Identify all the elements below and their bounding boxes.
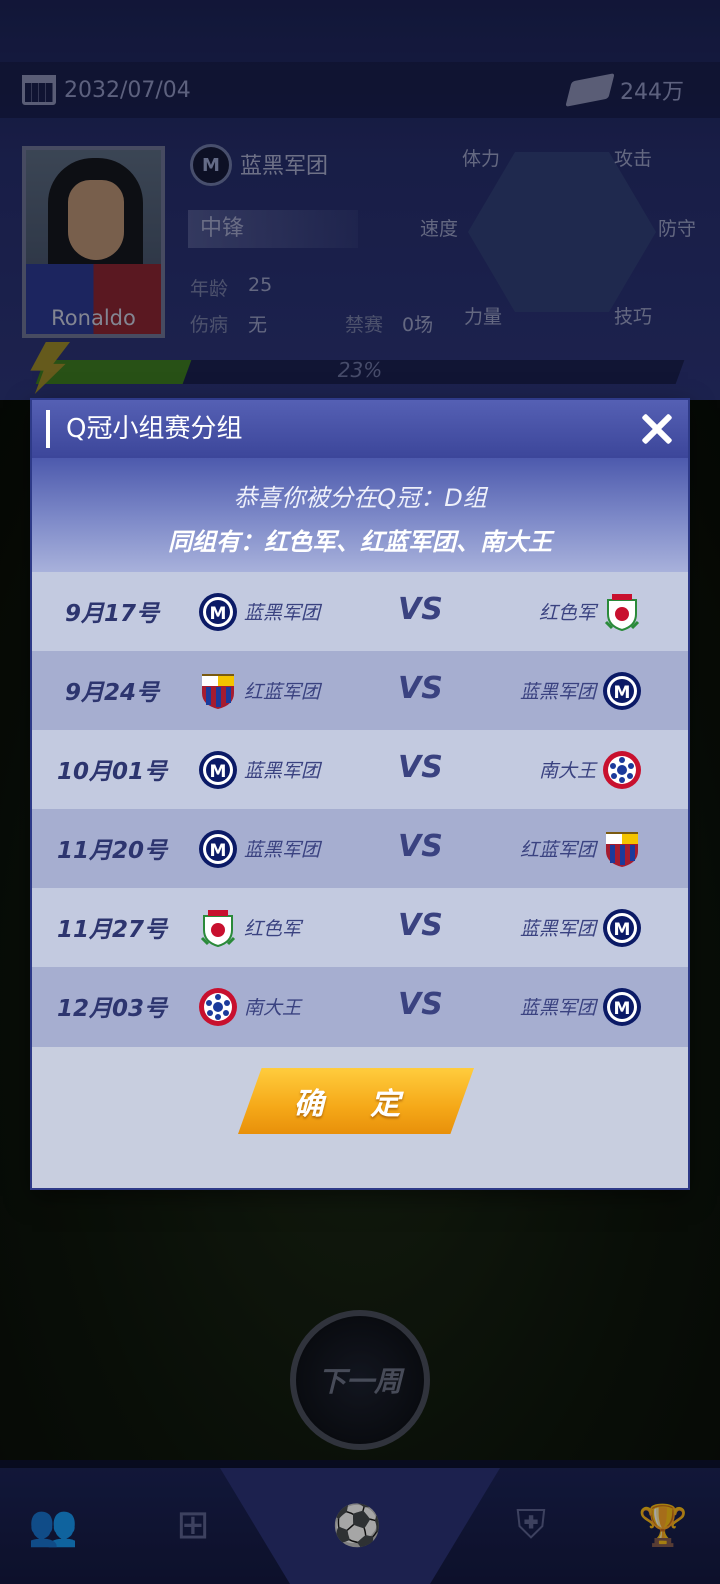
- match-row: 11月27号 红色军 VS 蓝黑军团 M: [32, 888, 688, 968]
- away-team-name: 红色军: [538, 602, 596, 624]
- blue-black-icon: M: [602, 671, 642, 711]
- away-team-name: 红蓝军团: [519, 839, 596, 861]
- vs-label: VS: [398, 592, 443, 627]
- match-date: 11月27号: [56, 917, 167, 943]
- red-blue-icon: [602, 829, 642, 869]
- blue-black-icon: M: [198, 829, 238, 869]
- svg-text:M: M: [614, 920, 631, 940]
- home-team-name: 蓝黑军团: [244, 760, 321, 782]
- home-team-name: 蓝黑军团: [244, 839, 321, 861]
- blue-black-icon: M: [602, 987, 642, 1027]
- south-king-icon: [602, 750, 642, 790]
- match-date: 12月03号: [56, 996, 167, 1022]
- svg-text:M: M: [210, 604, 227, 624]
- vs-label: VS: [398, 987, 443, 1022]
- vs-label: VS: [398, 671, 443, 706]
- red-army-icon: [198, 908, 238, 948]
- home-team-name: 红色军: [244, 918, 302, 940]
- dialog-title: Q冠小组赛分组: [66, 414, 243, 444]
- blue-black-icon: M: [198, 750, 238, 790]
- vs-label: VS: [398, 750, 443, 785]
- red-army-icon: [602, 592, 642, 632]
- close-icon[interactable]: [636, 408, 678, 450]
- svg-text:M: M: [210, 762, 227, 782]
- blue-black-icon: M: [198, 592, 238, 632]
- match-date: 11月20号: [56, 838, 167, 864]
- away-team-name: 南大王: [538, 760, 596, 782]
- home-team-name: 红蓝军团: [244, 681, 321, 703]
- match-row: 11月20号 M 蓝黑军团 VS 红蓝军团: [32, 809, 688, 889]
- blue-black-icon: M: [602, 908, 642, 948]
- south-king-icon: [198, 987, 238, 1027]
- match-row: 10月01号 M 蓝黑军团 VS 南大王: [32, 730, 688, 810]
- match-row: 9月24号 红蓝军团 VS 蓝黑军团 M: [32, 651, 688, 731]
- home-team-name: 蓝黑军团: [244, 602, 321, 624]
- away-team-name: 蓝黑军团: [519, 918, 596, 940]
- svg-text:M: M: [210, 841, 227, 861]
- dialog-header: Q冠小组赛分组: [32, 400, 688, 458]
- group-assignment-text: 恭喜你被分在Q冠：D组: [233, 484, 487, 512]
- svg-text:M: M: [614, 683, 631, 703]
- match-date: 9月24号: [64, 680, 159, 706]
- match-date: 10月01号: [56, 759, 167, 785]
- match-row: 9月17号 M 蓝黑军团 VS 红色军: [32, 572, 688, 652]
- home-team-name: 南大王: [244, 997, 302, 1019]
- away-team-name: 蓝黑军团: [519, 997, 596, 1019]
- vs-label: VS: [398, 908, 443, 943]
- group-members-text: 同组有：红色军、红蓝军团、南大王: [168, 528, 552, 556]
- svg-text:M: M: [614, 999, 631, 1019]
- group-announcement: 恭喜你被分在Q冠：D组 同组有：红色军、红蓝军团、南大王: [32, 458, 688, 572]
- away-team-name: 蓝黑军团: [519, 681, 596, 703]
- group-draw-dialog: Q冠小组赛分组 恭喜你被分在Q冠：D组 同组有：红色军、红蓝军团、南大王 9月1…: [32, 400, 688, 1188]
- confirm-button[interactable]: 确 定: [238, 1068, 474, 1134]
- vs-label: VS: [398, 829, 443, 864]
- red-blue-icon: [198, 671, 238, 711]
- match-date: 9月17号: [64, 601, 159, 627]
- match-row: 12月03号 南大王 VS 蓝黑军团 M: [32, 967, 688, 1047]
